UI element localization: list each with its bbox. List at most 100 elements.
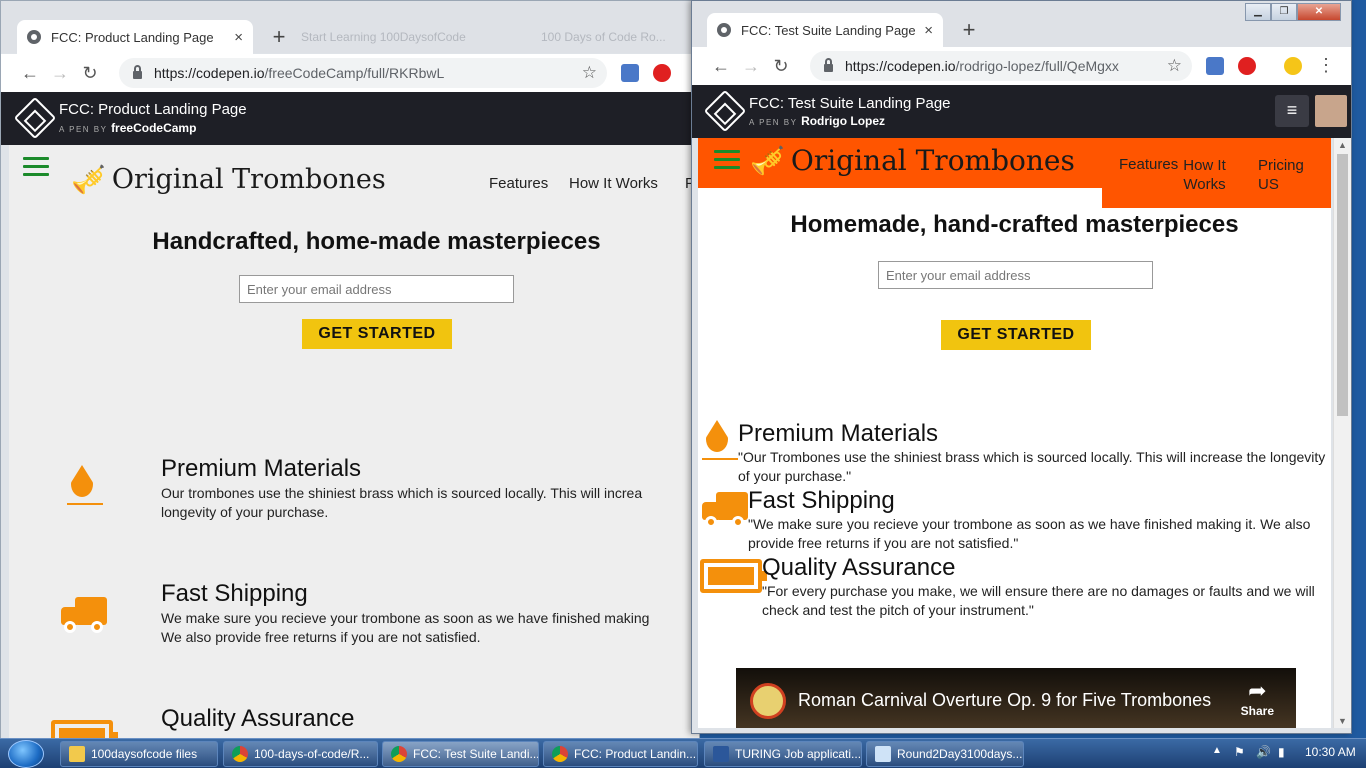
scroll-down-icon[interactable]: ▼ (1338, 716, 1347, 726)
nav-link-pricing[interactable]: Pricing US (1258, 156, 1318, 194)
adblock-extension-icon[interactable] (1238, 57, 1256, 75)
feature-title-materials: Premium Materials (738, 420, 939, 447)
pen-by-label: A PEN BY (59, 125, 108, 134)
share-label: Share (1240, 704, 1274, 718)
browser-toolbar: ← → ↻ https://codepen.io/rodrigo-lopez/f… (692, 47, 1351, 85)
codepen-logo-icon[interactable] (13, 96, 57, 140)
chrome-icon (552, 746, 568, 762)
email-input[interactable]: Enter your email address (239, 275, 514, 303)
view-switcher-icon[interactable]: ≡ (1275, 95, 1309, 127)
page-scrollbar[interactable]: ▲ ▼ (1333, 138, 1351, 728)
forward-icon[interactable]: → (45, 63, 75, 84)
test-suite-landing-page: 🎺 Original Trombones Features How It Wor… (698, 138, 1331, 728)
scrollbar-thumb[interactable] (1337, 154, 1348, 416)
taskbar-item-notepad[interactable]: Round2Day3100days... (866, 741, 1024, 767)
tab-ghost-2[interactable]: 100 Days of Code Ro... (541, 20, 666, 54)
fire-icon (702, 420, 738, 460)
taskbar-item-chrome-3[interactable]: FCC: Product Landin... (543, 741, 698, 767)
avatar[interactable] (1315, 95, 1347, 127)
clock[interactable]: 10:30 AM (1305, 745, 1356, 759)
chrome-icon (391, 746, 407, 762)
minimize-button[interactable]: ▁ (1245, 3, 1271, 21)
adblock-extension-icon[interactable] (653, 64, 671, 82)
back-icon[interactable]: ← (15, 63, 45, 84)
feature-title-shipping: Fast Shipping (748, 487, 895, 514)
network-icon[interactable]: ▮ (1278, 745, 1285, 759)
pen-title: FCC: Test Suite Landing Page (749, 95, 951, 112)
bookmark-star-icon[interactable]: ☆ (582, 63, 597, 83)
channel-avatar[interactable] (750, 683, 786, 719)
feature-text-quality: "For every purchase you make, we will en… (762, 583, 1315, 618)
get-started-button[interactable]: GET STARTED (302, 319, 452, 349)
video-title[interactable]: Roman Carnival Overture Op. 9 for Five T… (798, 690, 1211, 711)
codepen-logo-icon[interactable] (703, 89, 747, 133)
word-icon (713, 746, 729, 762)
nav-link-how-it-works[interactable]: How It Works (569, 175, 658, 192)
url-base: https://codepen.io (845, 58, 956, 74)
feature-title-shipping: Fast Shipping (161, 580, 308, 607)
site-logo[interactable]: 🎺 Original Trombones (71, 163, 386, 196)
bug-extension-icon[interactable] (1284, 57, 1302, 75)
taskbar-item-chrome-1[interactable]: 100-days-of-code/R... (223, 741, 378, 767)
scroll-up-icon[interactable]: ▲ (1338, 140, 1347, 150)
share-icon: ➦ (1248, 678, 1267, 703)
url-path: /freeCodeCamp/full/RKRbwL (264, 65, 445, 81)
globe-icon (717, 23, 731, 37)
nav-link-features[interactable]: Features (489, 175, 548, 192)
get-started-button[interactable]: GET STARTED (941, 320, 1091, 350)
action-center-flag-icon[interactable]: ⚑ (1234, 745, 1245, 759)
tab-ghost-1[interactable]: Start Learning 100DaysofCode (301, 20, 466, 54)
taskbar-item-chrome-2[interactable]: FCC: Test Suite Landi... (382, 741, 539, 767)
truck-icon (702, 492, 748, 530)
pen-author[interactable]: freeCodeCamp (111, 121, 196, 135)
nav-link-features[interactable]: Features (1119, 156, 1178, 173)
url-path: /rodrigo-lopez/full/QeMgxx (955, 58, 1119, 74)
tab-product-landing[interactable]: FCC: Product Landing Page × (17, 20, 253, 54)
tab-title: FCC: Test Suite Landing Page (741, 22, 916, 38)
share-button[interactable]: ➦ Share (1241, 678, 1274, 718)
start-button[interactable] (8, 740, 44, 768)
maximize-button[interactable]: ❐ (1271, 3, 1297, 21)
tab-title: FCC: Product Landing Page (51, 29, 214, 45)
close-window-button[interactable]: ✕ (1297, 3, 1341, 21)
trombone-icon: 🎺 (71, 163, 106, 196)
codepen-header: FCC: Test Suite Landing Page A PEN BY Ro… (692, 85, 1351, 138)
close-tab-icon[interactable]: × (234, 29, 243, 46)
back-icon[interactable]: ← (706, 56, 736, 77)
volume-icon[interactable]: 🔊 (1256, 745, 1271, 759)
battery-icon (51, 720, 118, 739)
shield-extension-icon[interactable] (621, 64, 639, 82)
address-bar[interactable]: https://codepen.io/rodrigo-lopez/full/Qe… (810, 51, 1192, 81)
hero-title: Handcrafted, home-made masterpieces (152, 228, 601, 255)
pen-author-line: A PEN BY freeCodeCamp (59, 121, 196, 135)
feature-text-shipping: "We make sure you recieve your trombone … (748, 516, 1311, 551)
taskbar-item-folder[interactable]: 100daysofcode files (60, 741, 218, 767)
hamburger-menu-icon[interactable] (23, 157, 49, 179)
lock-icon (133, 65, 142, 79)
new-tab-button[interactable]: + (265, 23, 293, 51)
embedded-video[interactable]: Roman Carnival Overture Op. 9 for Five T… (736, 668, 1296, 728)
site-logo[interactable]: 🎺 Original Trombones (750, 144, 1075, 177)
hero-title: Homemade, hand-crafted masterpieces (790, 211, 1239, 238)
close-tab-icon[interactable]: × (924, 22, 933, 39)
pen-author[interactable]: Rodrigo Lopez (801, 114, 885, 128)
new-tab-button[interactable]: + (955, 16, 983, 44)
feature-text-materials: Our trombones use the shiniest brass whi… (161, 485, 643, 520)
taskbar-item-word[interactable]: TURING Job applicati... (704, 741, 862, 767)
forward-icon[interactable]: → (736, 56, 766, 77)
hamburger-menu-icon[interactable] (714, 150, 740, 172)
feature-title-quality: Quality Assurance (762, 554, 956, 581)
reload-icon[interactable]: ↻ (766, 56, 796, 77)
chrome-menu-icon[interactable]: ⋮ (1311, 55, 1341, 76)
window-controls: ▁ ❐ ✕ (1245, 3, 1341, 21)
logo-text: Original Trombones (111, 164, 386, 195)
bookmark-star-icon[interactable]: ☆ (1167, 56, 1182, 76)
nav-link-how-it-works[interactable]: How It Works (1177, 156, 1232, 194)
shield-extension-icon[interactable] (1206, 57, 1224, 75)
pen-by-label: A PEN BY (749, 118, 798, 127)
reload-icon[interactable]: ↻ (75, 63, 105, 84)
tab-test-suite[interactable]: FCC: Test Suite Landing Page × (707, 13, 943, 47)
address-bar[interactable]: https://codepen.io/freeCodeCamp/full/RKR… (119, 58, 607, 88)
email-input[interactable]: Enter your email address (878, 261, 1153, 289)
tray-expand-icon[interactable]: ▲ (1212, 745, 1222, 756)
